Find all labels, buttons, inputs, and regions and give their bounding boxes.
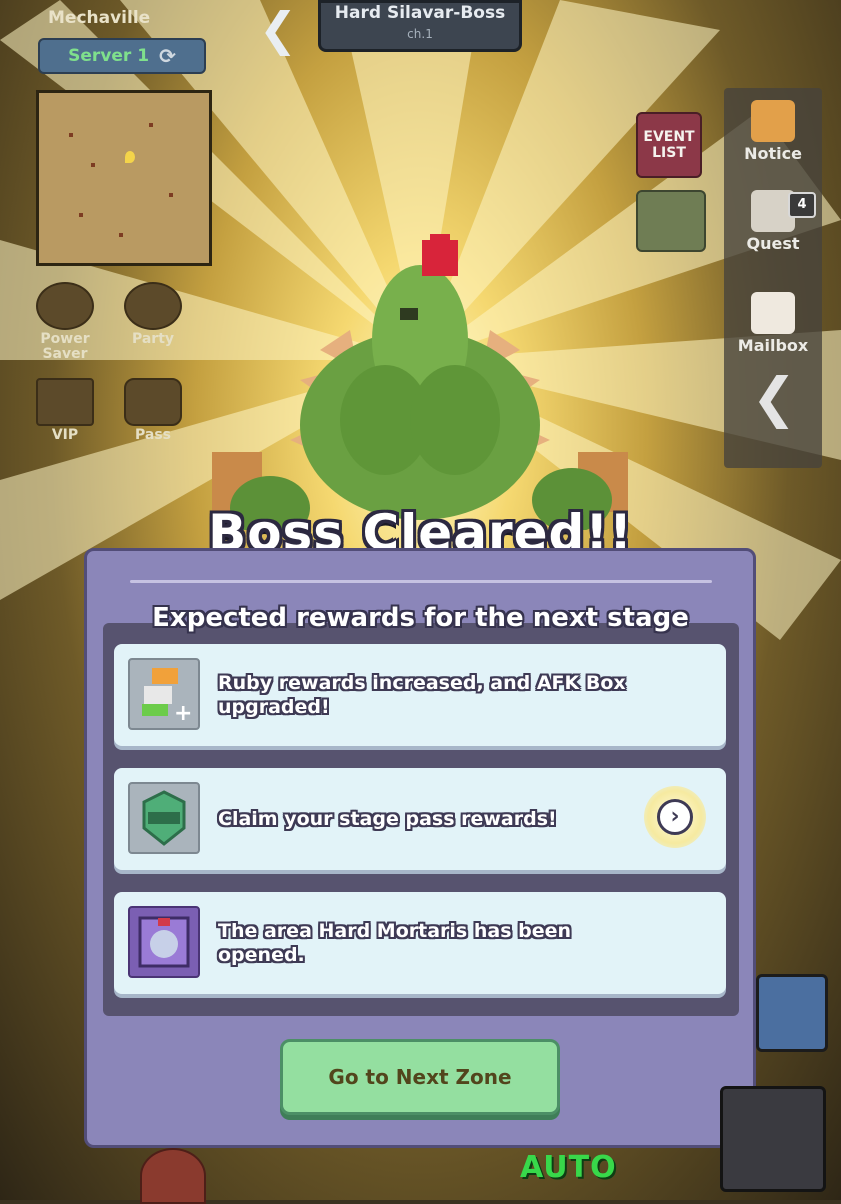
party-button[interactable]: Party <box>118 282 188 347</box>
party-label: Party <box>131 331 175 347</box>
next-zone-label: Go to Next Zone <box>328 1065 512 1089</box>
svg-text:+: + <box>174 701 192 726</box>
boot-item-icon[interactable] <box>720 1086 826 1192</box>
vip-label: VIP <box>51 427 79 443</box>
boss-cactus-sprite <box>212 234 628 530</box>
pass-label: Pass <box>135 427 171 443</box>
minimap[interactable] <box>36 90 212 266</box>
mailbox-button[interactable]: Mailbox <box>724 292 822 355</box>
refresh-icon: ⟳ <box>159 44 176 68</box>
server-label: Server 1 <box>68 46 150 66</box>
claim-pass-go-button[interactable]: › <box>644 786 706 848</box>
go-to-next-zone-button[interactable]: Go to Next Zone <box>280 1039 560 1115</box>
collapse-menu-arrow-icon[interactable]: ❮ <box>744 368 804 428</box>
skill-button[interactable] <box>140 1148 206 1204</box>
panel-divider <box>130 580 712 583</box>
reward-text: Ruby rewards increased, and AFK Box upgr… <box>218 672 626 718</box>
power-saver-label: Power Saver <box>40 331 90 362</box>
event-list-label: EVENT LIST <box>643 129 695 161</box>
notice-button[interactable]: Notice <box>724 100 822 163</box>
area-portal-icon <box>128 906 200 978</box>
stage-pass-icon <box>128 782 200 854</box>
server-selector[interactable]: Server 1 ⟳ <box>38 38 206 74</box>
reward-card-stage-pass[interactable]: Claim your stage pass rewards! › <box>114 768 726 870</box>
character-portrait-icon[interactable] <box>756 974 828 1052</box>
town-name: Mechaville <box>48 8 151 28</box>
rewards-subtitle: Expected rewards for the next stage <box>152 603 689 633</box>
quest-count-badge: 4 <box>788 192 816 218</box>
event-list-button[interactable]: EVENT LIST <box>634 112 704 182</box>
vip-card-icon <box>36 378 94 426</box>
stage-chapter: ch.1 <box>407 27 433 41</box>
pass-button[interactable]: Pass <box>118 378 188 443</box>
event-character-icon[interactable] <box>636 190 706 252</box>
party-icon <box>124 282 182 330</box>
moon-icon <box>36 282 94 330</box>
envelope-icon <box>751 292 795 334</box>
back-arrow-icon[interactable]: ❮ <box>252 4 304 54</box>
pass-shield-icon <box>124 378 182 426</box>
reward-card-ruby: + Ruby rewards increased, and AFK Box up… <box>114 644 726 746</box>
stage-title: Hard Silavar-Boss <box>334 3 506 23</box>
power-saver-button[interactable]: Power Saver <box>30 282 100 362</box>
stage-title-box: Hard Silavar-Boss ch.1 <box>318 0 522 52</box>
auto-toggle[interactable]: AUTO <box>520 1150 617 1185</box>
reward-card-area: The area Hard Mortaris has been opened. <box>114 892 726 994</box>
notice-label: Notice <box>744 144 802 163</box>
bell-icon <box>751 100 795 142</box>
reward-text: Claim your stage pass rewards! <box>218 808 557 830</box>
mailbox-label: Mailbox <box>737 336 809 355</box>
player-marker-icon <box>125 151 135 163</box>
quest-label: Quest <box>746 234 800 253</box>
vip-button[interactable]: VIP <box>30 378 100 443</box>
reward-text: The area Hard Mortaris has been opened. <box>218 920 572 966</box>
ruby-afk-box-icon: + <box>128 658 200 730</box>
chevron-right-icon: › <box>657 799 693 835</box>
